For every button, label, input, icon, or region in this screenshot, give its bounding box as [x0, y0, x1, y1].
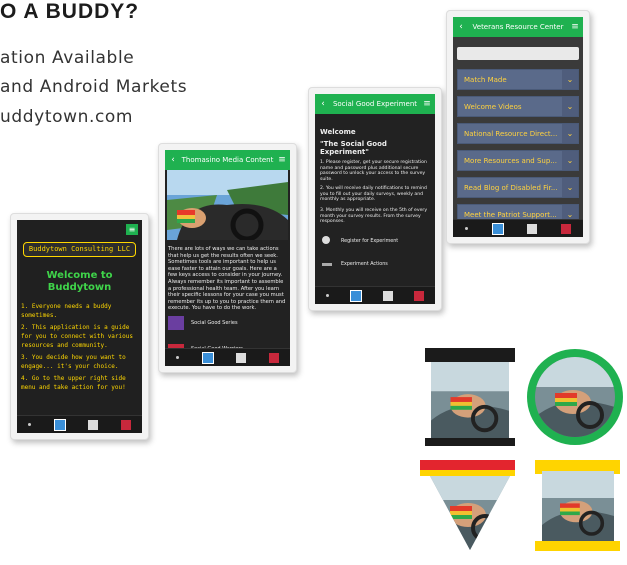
chevron-down-icon[interactable]: ⌄ [562, 124, 578, 143]
app-title: Thomasino Media Content [181, 156, 274, 164]
resource-item[interactable]: More Resources and Sup... ⌄ [457, 150, 579, 171]
menu-icon[interactable]: ≡ [419, 99, 435, 109]
phone-screen: ‹ Social Good Experiment ≡ Welcome "The … [315, 94, 435, 304]
step-2: 2. You will receive daily notifications … [320, 186, 427, 203]
menu-icon[interactable]: ≡ [567, 22, 583, 32]
shield-icon-variant [420, 460, 515, 550]
phone-media-content: ‹ Thomasino Media Content ≡ There are lo… [158, 143, 297, 373]
document-icon[interactable] [527, 223, 538, 234]
document-icon[interactable] [383, 290, 394, 301]
bottom-nav [165, 348, 290, 366]
register-icon [322, 236, 330, 244]
step-3: 3. Monthly you will receive on the 5th o… [320, 208, 428, 225]
phone-screen: ≡ Buddytown Consulting LLC Welcome to Bu… [17, 220, 142, 433]
list-item: 1. Everyone needs a buddy sometimes. [21, 303, 112, 319]
search-input[interactable] [457, 47, 579, 60]
list-item: 2. This application is a guide for you t… [21, 324, 133, 349]
actions-icon [322, 263, 332, 266]
nav-dot-icon[interactable] [28, 423, 32, 426]
chevron-down-icon[interactable]: ⌄ [562, 97, 578, 116]
resource-item[interactable]: Welcome Videos ⌄ [457, 96, 579, 117]
bottom-nav [17, 415, 142, 433]
document-icon[interactable] [88, 419, 99, 430]
welcome-heading: Welcome [320, 128, 356, 136]
subline-2: and Android Markets [0, 77, 188, 97]
app-icon-variations [420, 348, 623, 551]
book-icon[interactable] [268, 352, 279, 363]
contacts-icon[interactable] [491, 222, 504, 235]
contacts-icon[interactable] [201, 351, 214, 364]
contacts-icon[interactable] [349, 289, 362, 302]
banner-icon-variant [535, 460, 620, 551]
nav-dot-icon[interactable] [464, 227, 468, 230]
list-item: 3. You decide how you want to engage... … [21, 354, 126, 370]
phone-screen: ‹ Veterans Resource Center ≡ Match Made ⌄… [453, 17, 583, 237]
phone-social-good: ‹ Social Good Experiment ≡ Welcome "The … [308, 87, 442, 311]
register-link[interactable]: Register for Experiment [341, 239, 398, 244]
document-icon[interactable] [236, 352, 247, 363]
phone-buddytown: ≡ Buddytown Consulting LLC Welcome to Bu… [10, 213, 149, 440]
welcome-title: Welcome to Buddytown [46, 270, 113, 293]
nav-dot-icon[interactable] [176, 356, 180, 359]
app-title: Social Good Experiment [332, 100, 418, 108]
chevron-down-icon[interactable]: ⌄ [562, 70, 578, 89]
book-icon[interactable] [561, 223, 572, 234]
chevron-down-icon[interactable]: ⌄ [562, 151, 578, 170]
actions-link[interactable]: Experiment Actions [341, 262, 388, 267]
back-icon[interactable]: ‹ [315, 99, 331, 109]
list-item: 4. Go to the upper right side menu and t… [21, 375, 126, 391]
app-title: Veterans Resource Center [472, 23, 564, 31]
back-icon[interactable]: ‹ [453, 22, 469, 32]
series-thumbnail [168, 316, 184, 330]
resource-item[interactable]: National Resource Direct... ⌄ [457, 123, 579, 144]
chevron-down-icon[interactable]: ⌄ [562, 178, 578, 197]
app-bar: ‹ Thomasino Media Content ≡ [165, 150, 290, 170]
headline: O A BUDDY? [0, 0, 140, 23]
subline-1: ation Available [0, 48, 135, 68]
circle-icon-variant [527, 349, 623, 445]
resource-item[interactable]: Match Made ⌄ [457, 69, 579, 90]
driving-photo [167, 170, 288, 240]
book-icon[interactable] [414, 290, 425, 301]
bottom-nav [453, 219, 583, 237]
logo-banner: Buddytown Consulting LLC [23, 242, 136, 257]
series-link[interactable]: Social Good Series [191, 320, 238, 326]
bottom-nav [315, 286, 435, 304]
square-icon-variant [425, 348, 515, 446]
experiment-heading: "The Social Good Experiment" [320, 140, 387, 156]
article-body: There are lots of ways we can take actio… [168, 246, 286, 312]
subline-3: uddytown.com [0, 107, 134, 127]
welcome-list: 1. Everyone needs a buddy sometimes. 2. … [21, 302, 138, 392]
app-bar: ‹ Veterans Resource Center ≡ [453, 17, 583, 37]
contacts-icon[interactable] [53, 418, 66, 431]
nav-dot-icon[interactable] [325, 294, 329, 297]
app-bar: ‹ Social Good Experiment ≡ [315, 94, 435, 114]
menu-icon[interactable]: ≡ [126, 224, 138, 235]
back-icon[interactable]: ‹ [165, 155, 181, 165]
phone-veterans: ‹ Veterans Resource Center ≡ Match Made ⌄… [446, 10, 590, 244]
menu-icon[interactable]: ≡ [274, 155, 290, 165]
step-1: 1. Please register, get your secure regi… [320, 160, 427, 182]
phone-screen: ‹ Thomasino Media Content ≡ There are lo… [165, 150, 290, 366]
book-icon[interactable] [120, 419, 131, 430]
resource-item[interactable]: Read Blog of Disabled Fir... ⌄ [457, 177, 579, 198]
